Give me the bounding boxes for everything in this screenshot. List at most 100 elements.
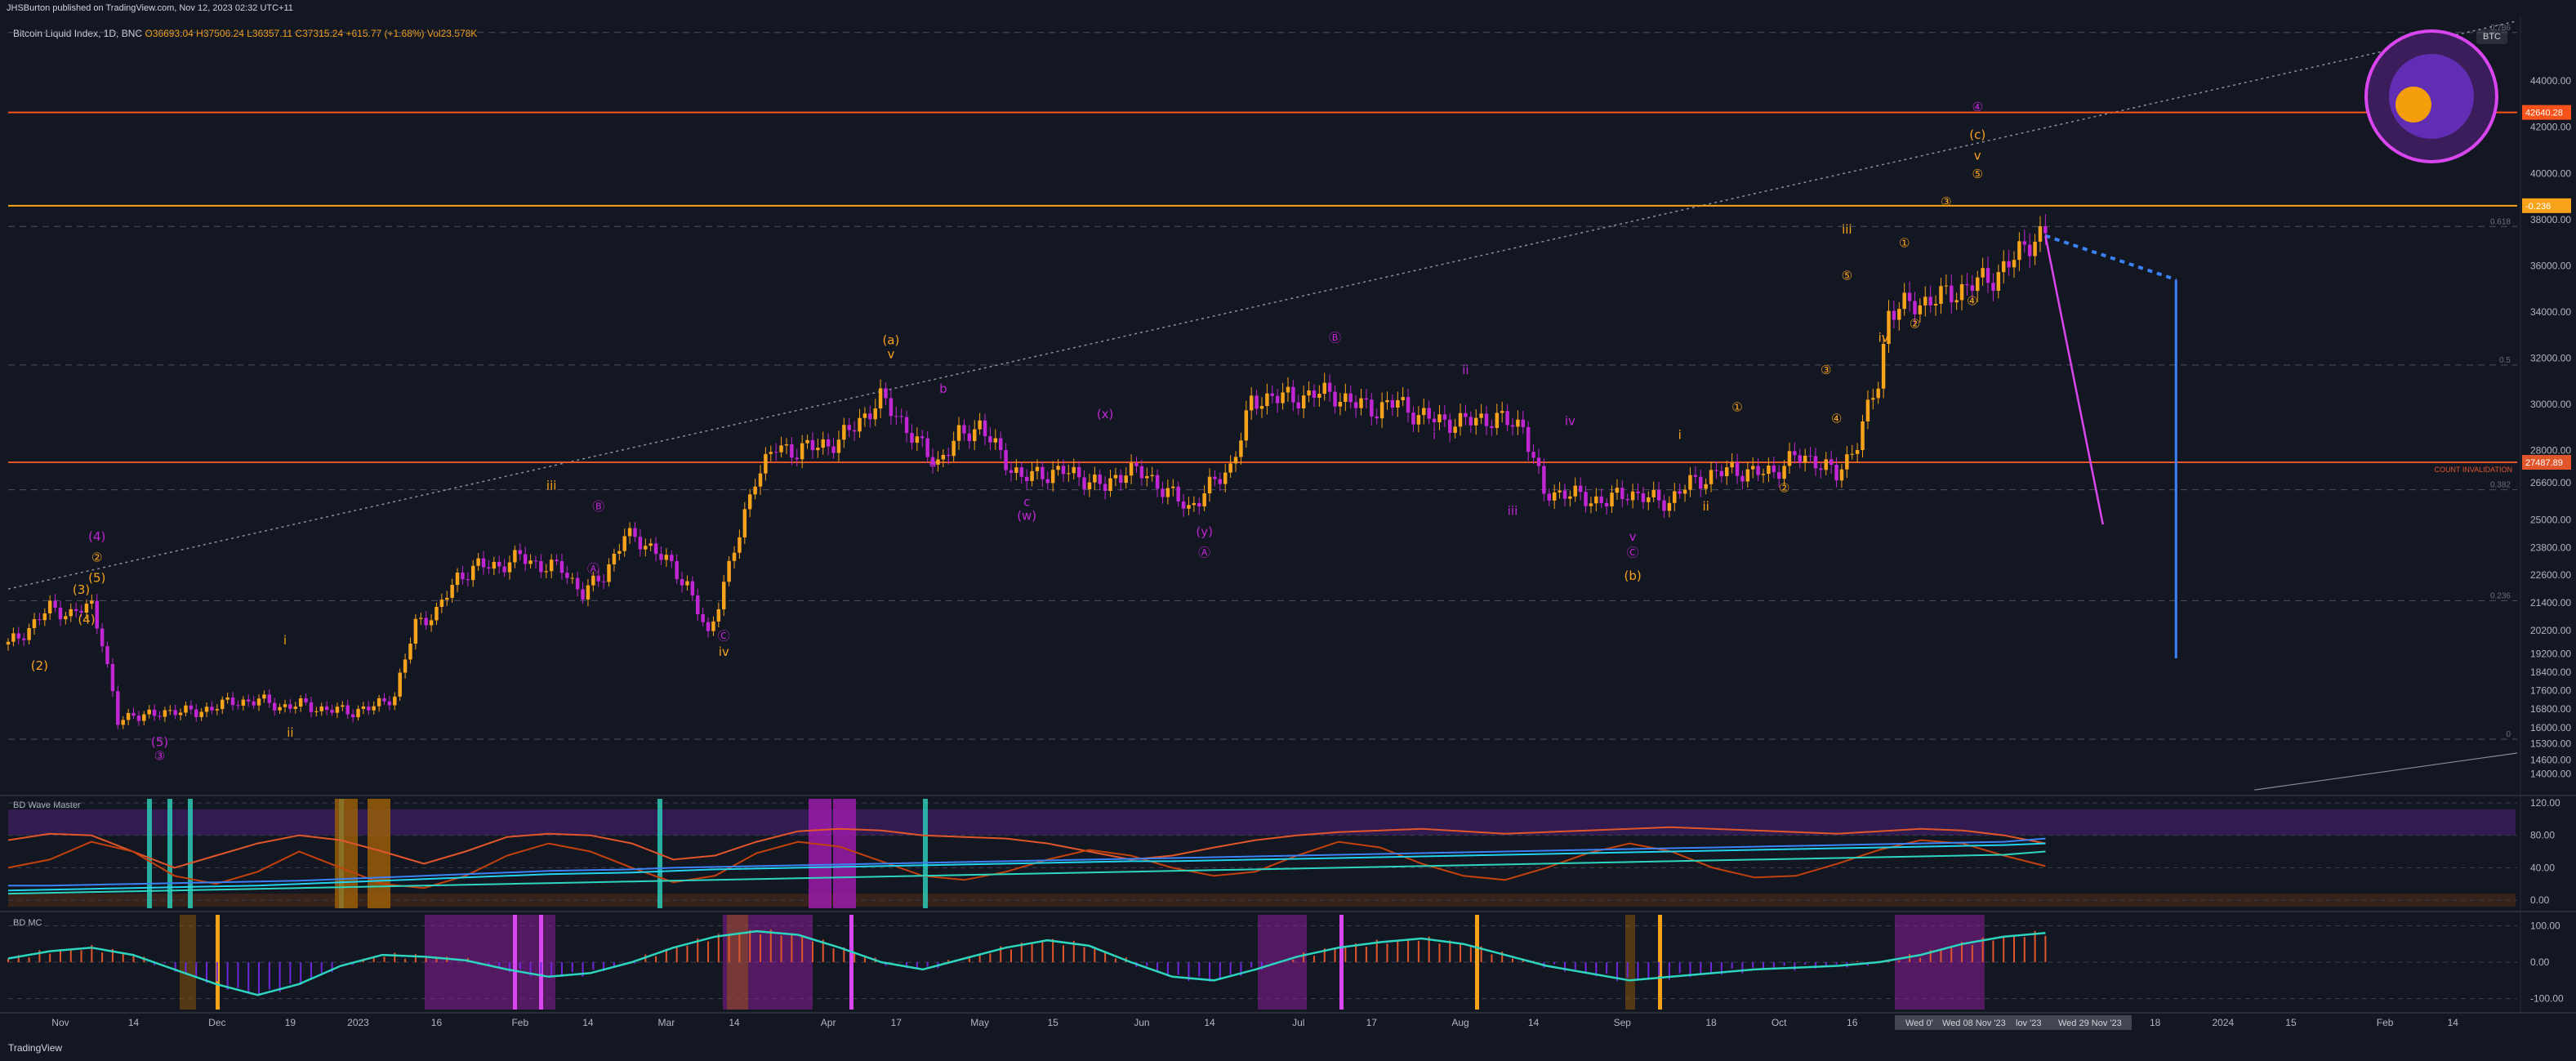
candle-body: [769, 452, 773, 454]
candle-body: [507, 562, 512, 573]
candle-body: [1197, 502, 1201, 507]
candle-body: [1270, 393, 1275, 396]
candle-body: [742, 509, 747, 537]
candle-body: [1004, 449, 1008, 470]
avatar: [2364, 29, 2498, 163]
candle-body: [16, 633, 21, 639]
candle-body: [1432, 418, 1437, 422]
candle-body: [764, 453, 768, 474]
candle-body: [1379, 402, 1384, 419]
candle-body: [450, 585, 454, 598]
candle-body: [435, 607, 439, 621]
candle-body: [1834, 465, 1838, 481]
candle-body: [1165, 488, 1170, 497]
candle-body: [596, 575, 600, 582]
candle-body: [1813, 456, 1818, 469]
mc-tick-label: 0.00: [2530, 956, 2550, 968]
candle-body: [1019, 467, 1024, 477]
mc-zone: [180, 915, 196, 1010]
wave-label: i: [1433, 427, 1436, 442]
candle-body: [1793, 451, 1797, 456]
time-axis-label: 16: [431, 1017, 443, 1028]
candle-body: [1108, 478, 1112, 492]
candle-body: [1093, 475, 1097, 483]
time-axis-label: 2024: [2212, 1017, 2234, 1028]
candle-body: [1327, 382, 1332, 392]
candle-body: [21, 638, 26, 640]
candle-body: [1959, 283, 1964, 301]
candle-body: [105, 646, 109, 665]
candle-body: [283, 704, 287, 707]
candle-body: [1656, 489, 1661, 501]
candle-body: [617, 551, 622, 554]
wave-label: ⑤: [1972, 167, 1983, 181]
candle-body: [1259, 406, 1264, 409]
wave-label: (3): [73, 582, 90, 597]
candle-body: [1510, 425, 1515, 427]
candle-body: [962, 425, 966, 434]
candle-body: [800, 443, 804, 460]
candle-body: [1776, 472, 1781, 479]
candle-body: [1500, 411, 1504, 413]
candle-body: [361, 706, 366, 709]
candle-body: [53, 600, 57, 608]
candle-body: [319, 706, 323, 711]
candle-body: [1176, 486, 1180, 502]
price-tick-label: 32000.00: [2530, 352, 2571, 363]
candle-body: [701, 614, 705, 622]
price-tick-label: 16000.00: [2530, 722, 2571, 733]
time-axis-label: Feb: [2377, 1017, 2394, 1028]
candle-body: [278, 707, 282, 711]
candle-body: [1448, 419, 1452, 433]
candle-body: [1589, 503, 1593, 506]
candle-body: [1740, 475, 1745, 482]
candle-body: [727, 560, 731, 582]
candle-body: [680, 579, 684, 586]
candle-body: [1322, 382, 1326, 395]
candle-body: [559, 561, 564, 573]
invalidation-note: COUNT INVALIDATION: [2434, 466, 2512, 474]
candle-body: [1803, 455, 1807, 463]
candle-body: [716, 609, 721, 622]
candle-body: [136, 716, 141, 721]
candle-body: [256, 698, 261, 706]
candle-body: [1385, 399, 1389, 403]
candle-body: [1401, 397, 1405, 400]
candle-body: [1161, 488, 1165, 497]
candle-body: [1218, 479, 1223, 484]
candle-body: [2017, 241, 2021, 261]
candle-body: [1798, 455, 1803, 463]
candle-body: [330, 710, 334, 713]
candle-body: [69, 609, 73, 617]
price-tick-label: 23800.00: [2530, 542, 2571, 553]
candle-body: [1056, 466, 1060, 470]
wave-label: ii: [1462, 363, 1468, 377]
candle-body: [836, 439, 841, 453]
candle-body: [790, 444, 794, 458]
candle-body: [304, 698, 308, 702]
chart-canvas[interactable]: 14000.00 14600.00 15300.00 16000.00 16800.00…: [0, 0, 2576, 1061]
candle-body: [1578, 485, 1583, 493]
candle-body: [1615, 488, 1620, 493]
time-axis-label: Sep: [1614, 1017, 1632, 1028]
candle-body: [721, 582, 726, 609]
candle-body: [1187, 505, 1191, 509]
wave-label: v: [887, 346, 894, 361]
candle-body: [497, 561, 501, 567]
signal-bar: [923, 799, 928, 908]
candle-body: [1119, 475, 1123, 484]
candle-body: [1845, 454, 1849, 470]
mc-zone: [425, 915, 555, 1010]
price-tick-label: 26600.00: [2530, 477, 2571, 488]
candle-body: [1699, 476, 1703, 489]
candle-body: [42, 613, 47, 621]
candle-body: [810, 439, 815, 451]
price-tick-label: 20200.00: [2530, 625, 2571, 636]
candle-body: [936, 459, 940, 465]
candle-body: [1464, 412, 1468, 417]
candle-body: [925, 438, 929, 457]
candle-body: [32, 619, 37, 628]
candle-body: [1468, 417, 1473, 426]
candle-body: [889, 398, 894, 417]
time-axis-label: 19: [285, 1017, 296, 1028]
